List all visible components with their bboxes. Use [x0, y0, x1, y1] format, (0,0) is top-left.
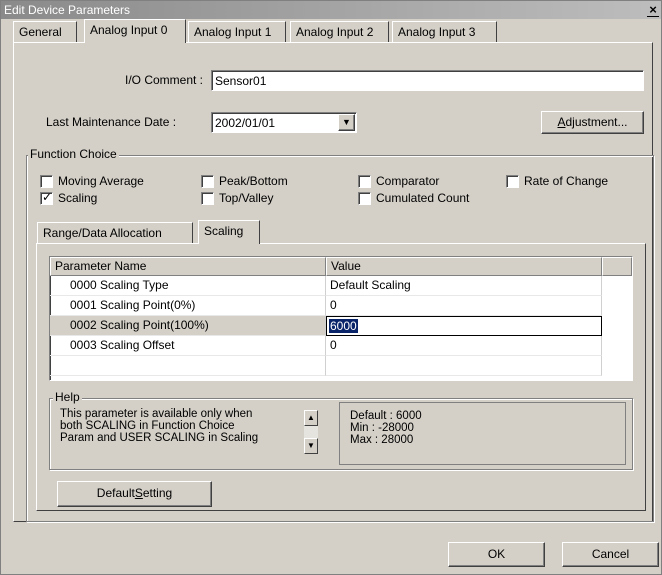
help-text-line: Param and USER SCALING in Scaling [60, 432, 259, 444]
tab-general[interactable]: General [13, 21, 77, 43]
help-title: Help [53, 390, 82, 404]
help-text-line: This parameter is available only when [60, 408, 253, 420]
subtab-range-data-allocation[interactable]: Range/Data Allocation [37, 222, 193, 244]
param-name-cell: 0003 Scaling Offset [50, 336, 326, 356]
button-label-post: djustment... [565, 115, 628, 129]
close-icon[interactable]: × [646, 2, 660, 17]
ok-button[interactable]: OK [448, 542, 545, 567]
help-text: This parameter is available only when bo… [60, 408, 300, 444]
scroll-up-icon[interactable]: ▲ [304, 410, 318, 426]
tab-label: Analog Input 2 [296, 25, 374, 39]
checkbox-box[interactable] [40, 174, 53, 188]
param-value-cell[interactable]: 0 [326, 296, 602, 316]
checkbox-cumulated-count[interactable]: Cumulated Count [358, 191, 469, 205]
io-comment-label: I/O Comment : [125, 73, 204, 87]
table-row-empty [50, 356, 632, 376]
column-header-blank [602, 257, 632, 276]
io-comment-field[interactable]: Sensor01 [211, 70, 644, 91]
checkbox-box[interactable] [201, 191, 214, 205]
param-name-cell: 0001 Scaling Point(0%) [50, 296, 326, 316]
parameter-grid: Parameter Name Value 0000 Scaling Type D… [49, 256, 633, 381]
table-row[interactable]: 0000 Scaling Type Default Scaling [50, 276, 632, 296]
title-bar: Edit Device Parameters × [1, 1, 661, 19]
scroll-down-icon[interactable]: ▼ [304, 438, 318, 454]
table-row[interactable]: 0001 Scaling Point(0%) 0 [50, 296, 632, 316]
column-header-parameter-name[interactable]: Parameter Name [50, 257, 326, 276]
tab-analog-input-0[interactable]: Analog Input 0 [84, 19, 186, 43]
tab-analog-input-2[interactable]: Analog Input 2 [290, 21, 389, 43]
help-text-line: both SCALING in Function Choice [60, 420, 235, 432]
tab-label: Analog Input 1 [194, 25, 272, 39]
value-info-box: Default : 6000 Min : -28000 Max : 28000 [339, 402, 626, 465]
analog-input-0-panel: I/O Comment : Sensor01 Last Maintenance … [13, 42, 654, 522]
maintenance-date-select[interactable]: 2002/01/01 ▼ [211, 112, 357, 133]
tab-analog-input-1[interactable]: Analog Input 1 [188, 21, 286, 43]
checkbox-comparator[interactable]: Comparator [358, 174, 439, 188]
scaling-panel: Parameter Name Value 0000 Scaling Type D… [36, 243, 646, 511]
tab-label: Analog Input 3 [398, 25, 476, 39]
tab-label: General [19, 25, 62, 39]
tab-label: Analog Input 0 [90, 23, 168, 37]
empty-cell [326, 356, 602, 376]
default-setting-button[interactable]: Default Setting [57, 481, 212, 507]
checkbox-box[interactable] [358, 191, 371, 205]
cancel-button[interactable]: Cancel [562, 542, 659, 567]
tab-analog-input-3[interactable]: Analog Input 3 [392, 21, 497, 43]
function-choice-title: Function Choice [28, 147, 119, 161]
checkbox-box[interactable] [506, 174, 519, 188]
subtab-scaling[interactable]: Scaling [198, 220, 260, 244]
checkbox-top-valley[interactable]: Top/Valley [201, 191, 273, 205]
default-value-text: Default : 6000 [350, 410, 422, 422]
button-label-accel: S [134, 486, 143, 500]
button-label-accel: A [557, 115, 566, 129]
checkmark-icon: ✓ [42, 189, 53, 204]
checkbox-label: Moving Average [58, 174, 144, 188]
checkbox-label: Top/Valley [219, 191, 274, 205]
table-row[interactable]: 0003 Scaling Offset 0 [50, 336, 632, 356]
maintenance-date-value: 2002/01/01 [215, 116, 276, 130]
button-label-pre: Default [96, 486, 135, 500]
checkbox-box[interactable] [201, 174, 214, 188]
param-value-cell[interactable]: 0 [326, 336, 602, 356]
edit-device-parameters-dialog: Edit Device Parameters × General Analog … [0, 0, 662, 575]
empty-cell [50, 356, 326, 376]
value-info-text: Default : 6000 Min : -28000 Max : 28000 [350, 410, 422, 446]
checkbox-label: Comparator [376, 174, 440, 188]
tab-label: Scaling [204, 224, 244, 238]
checkbox-box[interactable] [358, 174, 371, 188]
param-value-editor[interactable]: 6000 [326, 316, 602, 336]
checkbox-label: Cumulated Count [376, 191, 470, 205]
checkbox-box[interactable]: ✓ [40, 189, 53, 205]
checkbox-scaling[interactable]: ✓ Scaling [40, 189, 98, 205]
checkbox-label: Scaling [58, 191, 98, 205]
button-label-post: etting [142, 486, 173, 500]
window-title: Edit Device Parameters [4, 3, 131, 17]
checkbox-peak-bottom[interactable]: Peak/Bottom [201, 174, 288, 188]
maintenance-date-label: Last Maintenance Date : [46, 115, 177, 129]
scroll-track[interactable] [304, 426, 318, 438]
param-name-cell: 0000 Scaling Type [50, 276, 326, 296]
checkbox-label: Rate of Change [524, 174, 609, 188]
adjustment-button[interactable]: Adjustment... [541, 111, 644, 134]
tab-label: Range/Data Allocation [43, 226, 162, 240]
checkbox-moving-average[interactable]: Moving Average [40, 174, 144, 188]
param-value-selected-text: 6000 [329, 319, 358, 333]
checkbox-label: Peak/Bottom [219, 174, 288, 188]
column-header-value[interactable]: Value [326, 257, 602, 276]
min-value-text: Min : -28000 [350, 422, 414, 434]
checkbox-rate-of-change[interactable]: Rate of Change [506, 174, 608, 188]
max-value-text: Max : 28000 [350, 434, 414, 446]
table-row-selected[interactable]: 0002 Scaling Point(100%) 6000 [50, 316, 632, 336]
param-value-cell[interactable]: Default Scaling [326, 276, 602, 296]
param-name-cell: 0002 Scaling Point(100%) [50, 316, 326, 336]
chevron-down-icon[interactable]: ▼ [338, 114, 355, 131]
